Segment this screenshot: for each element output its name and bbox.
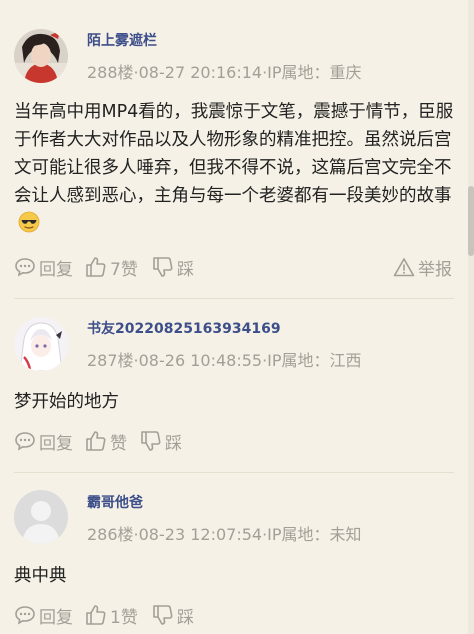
comment-meta: 286楼·08-23 12:07:54·IP属地：未知 — [87, 525, 362, 544]
like-count: 1赞 — [110, 607, 138, 628]
like-button[interactable]: 1赞 — [85, 603, 138, 628]
comment-bubble-icon — [15, 606, 35, 625]
dislike-button[interactable]: 踩 — [152, 603, 194, 628]
thumbs-down-icon — [153, 605, 173, 625]
username[interactable]: 霸哥他爸 — [87, 492, 143, 512]
scrollbar-thumb[interactable] — [468, 186, 474, 256]
comment-actions: 回复 1赞 踩 — [14, 603, 454, 628]
reply-button[interactable]: 回复 — [14, 603, 73, 628]
dislike-label: 踩 — [177, 607, 194, 628]
avatar[interactable] — [14, 490, 68, 544]
comment-body: 典中典 — [14, 566, 67, 586]
reply-label: 回复 — [39, 607, 73, 628]
comment-item: 霸哥他爸 286楼·08-23 12:07:54·IP属地：未知 典中典 回复 … — [0, 0, 474, 634]
comment-feed: 陌上雾遮栏 288楼·08-27 20:16:14·IP属地：重庆 当年高中用M… — [0, 0, 474, 634]
thumbs-up-icon — [86, 605, 106, 625]
scrollbar-track[interactable] — [468, 0, 474, 634]
